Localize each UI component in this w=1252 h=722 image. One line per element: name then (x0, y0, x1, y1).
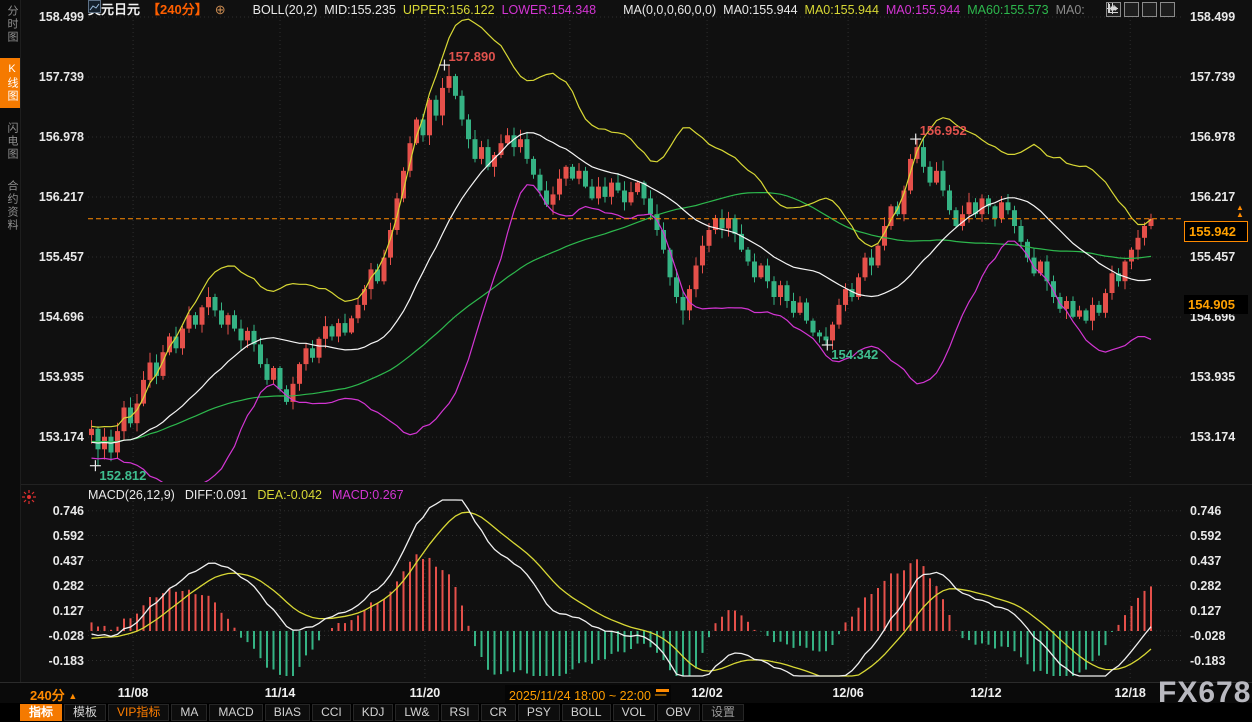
indicator-toolbar: 指标模板VIP指标MAMACDBIASCCIKDJLW&RSICRPSYBOLL… (0, 703, 1252, 722)
toolbar-item[interactable]: VOL (613, 704, 655, 721)
macd-tick-label: 0.282 (24, 578, 84, 594)
toolbar-item[interactable]: 指标 (20, 704, 62, 721)
sidebar-item-inactive[interactable]: 分时图 (0, 0, 20, 49)
macd-tick-label: 0.592 (24, 528, 84, 544)
zoom-axes-icon[interactable] (1124, 2, 1139, 17)
panel-divider (21, 484, 1252, 485)
macd-tick-label: -0.028 (1190, 628, 1252, 644)
price-tick-label: 158.499 (1190, 9, 1252, 25)
boll-name: BOLL(20,2) (253, 0, 318, 20)
add-indicator-icon[interactable]: ⊕ (215, 0, 226, 20)
sidebar-item-inactive[interactable]: 闪电图 (0, 117, 20, 166)
toolbar-item[interactable]: 模板 (64, 704, 106, 721)
price-tick-label: 155.457 (24, 249, 84, 265)
price-tick-label: 158.499 (24, 9, 84, 25)
macd-tick-label: 0.127 (1190, 603, 1252, 619)
ma0-value-2: MA0:155.944 (805, 0, 879, 20)
macd-tick-label: -0.183 (1190, 653, 1252, 669)
period-label: 【240分】 (147, 0, 208, 20)
ma0-empty: MA0: (1056, 0, 1085, 20)
macd-tick-label: 0.437 (24, 553, 84, 569)
toolbar-item[interactable]: MACD (209, 704, 262, 721)
sidebar: 分时图 K线图闪电图合约资料 (0, 0, 21, 682)
date-tick-label: 12/06 (820, 686, 876, 700)
date-tick-label: 11/20 (397, 686, 453, 700)
macd-tick-label: 0.746 (24, 503, 84, 519)
boll-upper: UPPER:156.122 (403, 0, 495, 20)
date-tick-label: 11/14 (252, 686, 308, 700)
ma60-value: MA60:155.573 (967, 0, 1048, 20)
last-price-badge: 155.942 (1184, 221, 1248, 242)
price-tick-label: 153.174 (24, 429, 84, 445)
price-tick-label: 153.174 (1190, 429, 1252, 445)
toolbar-item[interactable]: KDJ (353, 704, 394, 721)
toolbar-item[interactable]: PSY (518, 704, 560, 721)
toolbar-item[interactable]: VIP指标 (108, 704, 169, 721)
scale-axes-icon[interactable] (1142, 2, 1157, 17)
time-axis: 240分 ▲ 2025/11/24 18:00 ~ 22:00 一 11/08 1… (0, 682, 1252, 703)
watermark-fx678: FX678 (1158, 676, 1251, 710)
macd-header: MACD(26,12,9) DIFF:0.091 DEA:-0.042 MACD… (88, 488, 404, 502)
ma0-value-3: MA0:155.944 (886, 0, 960, 20)
boll-chart-icon (233, 4, 246, 17)
toolbar-item[interactable]: RSI (441, 704, 479, 721)
pan-right-icon[interactable] (1160, 2, 1175, 17)
date-tick-label: 12/18 (1102, 686, 1158, 700)
macd-tick-label: 0.746 (1190, 503, 1252, 519)
ma0-value-1: MA0:155.944 (723, 0, 797, 20)
price-tick-label: 154.696 (24, 309, 84, 325)
date-tick-label: 11/08 (105, 686, 161, 700)
price-tick-label: 153.935 (24, 369, 84, 385)
chart-canvas[interactable] (0, 0, 1252, 683)
toolbar-item[interactable]: MA (171, 704, 207, 721)
price-tick-label: 157.739 (1190, 69, 1252, 85)
macd-name: MACD(26,12,9) (88, 488, 175, 502)
price-annotation: 156.952 (920, 123, 967, 138)
ma-chart-icon (603, 4, 616, 17)
macd-tick-label: 0.282 (1190, 578, 1252, 594)
chart-header: 美元日元 【240分】 ⊕ BOLL(20,2) MID:155.235 UPP… (88, 0, 1085, 20)
macd-tick-label: 0.127 (24, 603, 84, 619)
price-up-arrows-icon: ▲▲ (1236, 204, 1244, 218)
hover-position-marker (656, 689, 669, 692)
toolbar-item[interactable]: 设置 (702, 704, 744, 721)
sidebar-item-inactive[interactable]: 合约资料 (0, 175, 20, 237)
date-tick-label: 12/02 (679, 686, 735, 700)
price-tick-label: 156.978 (1190, 129, 1252, 145)
toolbar-item[interactable]: BIAS (265, 704, 310, 721)
price-tick-label: 157.739 (24, 69, 84, 85)
date-tick-label: 12/12 (958, 686, 1014, 700)
toolbar-item[interactable]: LW& (395, 704, 438, 721)
macd-hist-value: MACD:0.267 (332, 488, 404, 502)
toolbar-item[interactable]: CR (481, 704, 516, 721)
period-selector[interactable]: 240分 ▲ (30, 685, 77, 704)
price-tick-label: 156.978 (24, 129, 84, 145)
hover-time-tooltip: 2025/11/24 18:00 ~ 22:00 一 (505, 685, 671, 704)
price-tick-label: 156.217 (24, 189, 84, 205)
toolbar-item[interactable]: BOLL (562, 704, 611, 721)
price-annotation: 154.342 (831, 347, 878, 362)
macd-tick-label: 0.592 (1190, 528, 1252, 544)
boll-lower: LOWER:154.348 (502, 0, 597, 20)
macd-tick-label: -0.183 (24, 653, 84, 669)
app-root: 分时图 K线图闪电图合约资料 美元日元 【240分】 ⊕ BOLL(20,2) M… (0, 0, 1252, 722)
boll-mid: MID:155.235 (324, 0, 396, 20)
toolbar-item[interactable]: CCI (312, 704, 351, 721)
macd-tick-label: 0.437 (1190, 553, 1252, 569)
macd-tick-label: -0.028 (24, 628, 84, 644)
price-annotation: 152.812 (99, 468, 146, 483)
ma-name: MA(0,0,0,60,0,0) (623, 0, 716, 20)
sidebar-item-active[interactable]: K线图 (0, 58, 20, 108)
toolbar-item[interactable]: OBV (657, 704, 700, 721)
macd-dea-value: DEA:-0.042 (257, 488, 322, 502)
price-annotation: 157.890 (448, 49, 495, 64)
chart-tools (1106, 2, 1175, 17)
price-tick-label: 153.935 (1190, 369, 1252, 385)
macd-diff-value: DIFF:0.091 (185, 488, 248, 502)
price-marker-badge: 154.905 (1184, 295, 1248, 314)
price-tick-label: 155.457 (1190, 249, 1252, 265)
